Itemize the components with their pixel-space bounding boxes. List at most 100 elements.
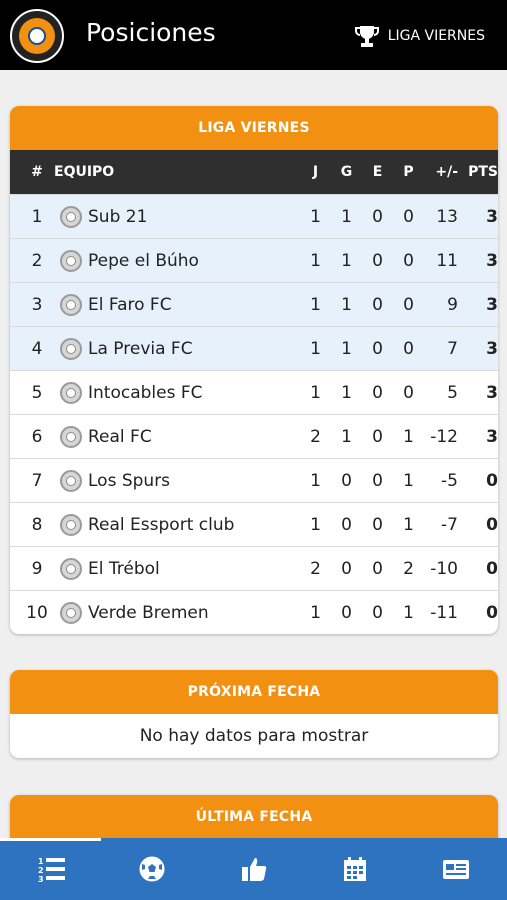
col-pos: #	[31, 164, 43, 180]
team-shield-cell	[54, 513, 88, 536]
table-row[interactable]: 6 Real FC 2 1 0 1 -12 3	[10, 414, 498, 458]
row-goal-diff: -12	[430, 426, 458, 447]
row-played: 1	[310, 294, 321, 315]
row-won: 1	[341, 206, 352, 227]
col-e: E	[372, 164, 383, 180]
col-p: P	[403, 164, 414, 180]
row-played: 1	[310, 470, 321, 491]
row-played: 1	[310, 338, 321, 359]
no-data-message: No hay datos para mostrar	[139, 726, 369, 746]
col-pts: PTS	[468, 164, 498, 180]
row-position: 4	[31, 338, 43, 359]
standings-title: LIGA VIERNES	[10, 106, 498, 150]
team-shield-icon	[60, 337, 82, 360]
table-row[interactable]: 7 Los Spurs 1 0 0 1 -5 0	[10, 458, 498, 502]
calendar-icon	[343, 857, 366, 881]
row-goal-diff: -5	[441, 470, 458, 491]
row-team: Real Essport club	[88, 514, 235, 535]
row-points: 0	[486, 558, 498, 579]
team-shield-icon	[60, 249, 82, 272]
row-points: 3	[486, 382, 498, 403]
table-row[interactable]: 3 El Faro FC 1 1 0 0 9 3	[10, 282, 498, 326]
row-points: 0	[486, 602, 498, 623]
trophy-icon	[354, 26, 379, 47]
row-points: 3	[486, 338, 498, 359]
row-played: 1	[310, 514, 321, 535]
soccer-ball-icon	[139, 856, 165, 882]
svg-text:1: 1	[38, 857, 44, 866]
team-shield-cell	[54, 601, 88, 624]
svg-text:2: 2	[38, 866, 44, 875]
team-shield-cell	[54, 293, 88, 316]
svg-text:3: 3	[38, 875, 44, 883]
league-selector[interactable]: LIGA VIERNES	[354, 24, 485, 48]
row-won: 0	[341, 558, 352, 579]
row-team: Los Spurs	[88, 470, 171, 491]
row-won: 1	[341, 338, 352, 359]
table-row[interactable]: 9 El Trébol 2 0 0 2 -10 0	[10, 546, 498, 590]
col-dif: +/-	[435, 164, 458, 180]
row-played: 1	[310, 382, 321, 403]
row-played: 2	[310, 558, 321, 579]
row-won: 1	[341, 426, 352, 447]
table-row[interactable]: 1 Sub 21 1 1 0 0 13 3	[10, 194, 498, 238]
nav-calendar[interactable]	[304, 838, 405, 900]
row-position: 9	[31, 558, 43, 579]
next-round-title: PRÓXIMA FECHA	[10, 670, 498, 714]
row-goal-diff: 7	[447, 338, 458, 359]
row-won: 1	[341, 250, 352, 271]
row-lost: 0	[403, 206, 414, 227]
row-drawn: 0	[372, 470, 383, 491]
team-shield-cell	[54, 249, 88, 272]
row-won: 0	[341, 602, 352, 623]
row-drawn: 0	[372, 514, 383, 535]
team-shield-cell	[54, 337, 88, 360]
row-won: 0	[341, 514, 352, 535]
row-won: 0	[341, 470, 352, 491]
table-row[interactable]: 5 Intocables FC 1 1 0 0 5 3	[10, 370, 498, 414]
col-j: J	[312, 164, 319, 180]
row-lost: 1	[403, 426, 414, 447]
next-round-card: PRÓXIMA FECHA No hay datos para mostrar	[10, 670, 498, 758]
row-position: 7	[31, 470, 43, 491]
table-row[interactable]: 4 La Previa FC 1 1 0 0 7 3	[10, 326, 498, 370]
team-shield-icon	[60, 557, 82, 580]
row-team: Intocables FC	[88, 382, 203, 403]
col-g: G	[340, 164, 353, 180]
row-position: 10	[26, 602, 48, 623]
row-goal-diff: -11	[430, 602, 458, 623]
row-position: 2	[31, 250, 43, 271]
thumbs-up-icon	[241, 858, 266, 881]
row-drawn: 0	[372, 558, 383, 579]
table-row[interactable]: 10 Verde Bremen 1 0 0 1 -11 0	[10, 590, 498, 634]
row-team: Sub 21	[88, 206, 148, 227]
nav-news[interactable]	[406, 838, 507, 900]
row-team: Pepe el Búho	[88, 250, 199, 271]
row-goal-diff: -7	[441, 514, 458, 535]
row-goal-diff: -10	[430, 558, 458, 579]
row-goal-diff: 9	[447, 294, 458, 315]
standings-list-icon: 1 2 3	[38, 857, 65, 883]
table-row[interactable]: 2 Pepe el Búho 1 1 0 0 11 3	[10, 238, 498, 282]
nav-standings[interactable]: 1 2 3	[0, 838, 102, 900]
row-goal-diff: 5	[447, 382, 458, 403]
nav-likes[interactable]	[203, 838, 304, 900]
row-won: 1	[341, 294, 352, 315]
last-round-title: ÚLTIMA FECHA	[10, 795, 498, 839]
standings-rows: 1 Sub 21 1 1 0 0 13 3 2 Pepe el Búho 1 1 0 0 11 3 3 El Fa…	[10, 194, 498, 634]
nav-matches[interactable]	[101, 838, 202, 900]
club-crest-icon[interactable]	[10, 9, 64, 63]
row-team: Real FC	[88, 426, 152, 447]
row-points: 0	[486, 514, 498, 535]
row-drawn: 0	[372, 426, 383, 447]
table-row[interactable]: 8 Real Essport club 1 0 0 1 -7 0	[10, 502, 498, 546]
row-position: 5	[31, 382, 43, 403]
row-drawn: 0	[372, 602, 383, 623]
col-team: EQUIPO	[54, 164, 115, 180]
row-lost: 0	[403, 338, 414, 359]
team-shield-icon	[60, 425, 82, 448]
row-drawn: 0	[372, 250, 383, 271]
team-shield-cell	[54, 205, 88, 228]
row-played: 1	[310, 602, 321, 623]
row-drawn: 0	[372, 382, 383, 403]
